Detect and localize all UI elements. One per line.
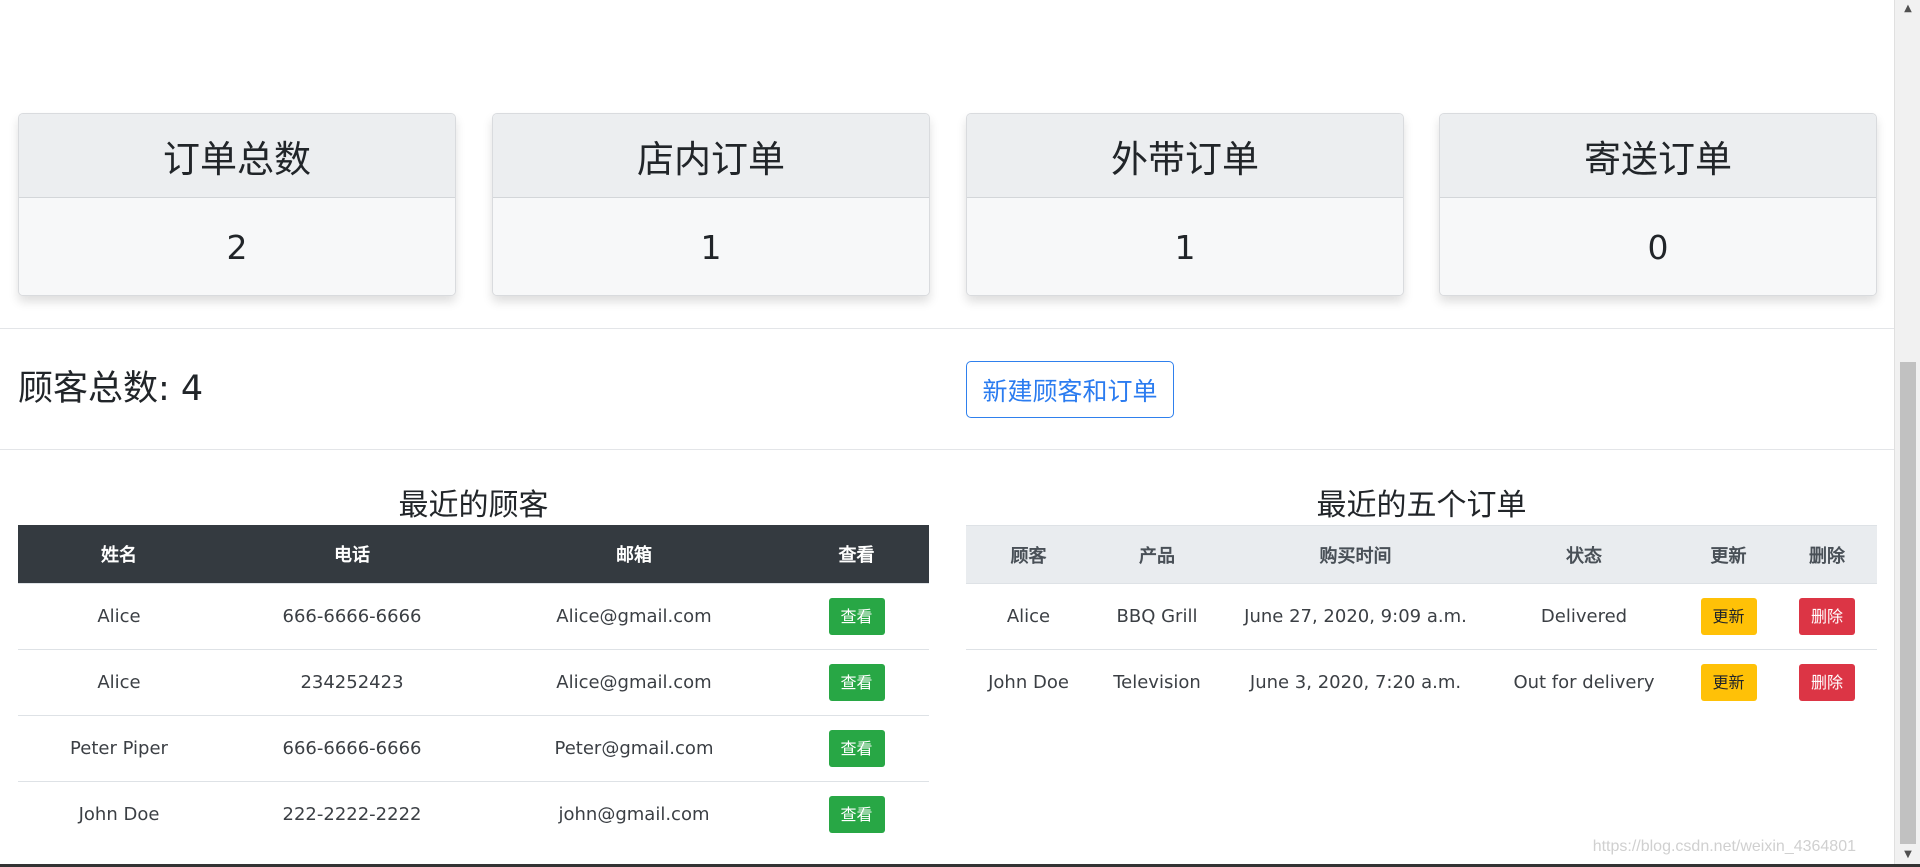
update-cell: 更新 bbox=[1680, 583, 1777, 650]
update-cell: 更新 bbox=[1680, 649, 1777, 716]
stat-card-total-orders: 订单总数 2 bbox=[18, 113, 456, 296]
column-header-delete: 删除 bbox=[1777, 525, 1877, 584]
table-row: Alice BBQ Grill June 27, 2020, 9:09 a.m.… bbox=[966, 583, 1877, 650]
customer-phone: 222-2222-2222 bbox=[220, 780, 484, 847]
order-product: Television bbox=[1091, 649, 1223, 716]
recent-orders-title: 最近的五个订单 bbox=[1316, 488, 1527, 523]
recent-customers-table: 姓名 电话 邮箱 查看 Alice 666-6666-6666 Alice@gm… bbox=[18, 525, 929, 847]
table-row: John Doe 222-2222-2222 john@gmail.com 查看 bbox=[18, 780, 929, 847]
stat-card-value: 1 bbox=[967, 198, 1403, 295]
stat-card-dine-in-orders: 店内订单 1 bbox=[492, 113, 930, 296]
scroll-down-arrow-icon[interactable]: ▼ bbox=[1895, 848, 1920, 862]
table-row: Peter Piper 666-6666-6666 Peter@gmail.co… bbox=[18, 714, 929, 781]
delete-button[interactable]: 删除 bbox=[1799, 664, 1855, 702]
view-cell: 查看 bbox=[784, 648, 929, 715]
stat-card-value: 0 bbox=[1440, 198, 1876, 295]
order-status: Delivered bbox=[1488, 583, 1680, 650]
table-row: Alice 666-6666-6666 Alice@gmail.com 查看 bbox=[18, 582, 929, 649]
stat-card-title: 寄送订单 bbox=[1440, 114, 1876, 198]
table-row: John Doe Television June 3, 2020, 7:20 a… bbox=[966, 649, 1877, 716]
table-header-row: 姓名 电话 邮箱 查看 bbox=[18, 525, 929, 583]
view-cell: 查看 bbox=[784, 780, 929, 847]
column-header-name: 姓名 bbox=[101, 544, 137, 566]
column-header-view: 查看 bbox=[838, 544, 875, 566]
vertical-scrollbar[interactable]: ▲ ▼ bbox=[1894, 0, 1920, 867]
order-product: BBQ Grill bbox=[1091, 583, 1223, 650]
order-customer: John Doe bbox=[966, 649, 1091, 716]
column-header-phone: 电话 bbox=[334, 544, 370, 566]
stat-card-delivery-orders: 寄送订单 0 bbox=[1439, 113, 1877, 296]
view-cell: 查看 bbox=[784, 714, 929, 781]
customer-name: Alice bbox=[18, 648, 220, 715]
column-header-email: 邮箱 bbox=[616, 544, 652, 566]
table-row: Alice 234252423 Alice@gmail.com 查看 bbox=[18, 648, 929, 715]
order-status: Out for delivery bbox=[1488, 649, 1680, 716]
customer-phone: 666-6666-6666 bbox=[220, 714, 484, 781]
update-button[interactable]: 更新 bbox=[1700, 598, 1757, 635]
column-header-customer: 顾客 bbox=[966, 525, 1091, 584]
customer-phone: 666-6666-6666 bbox=[220, 582, 484, 649]
watermark: https://blog.csdn.net/weixin_4364801 bbox=[1592, 838, 1856, 855]
delete-button[interactable]: 删除 bbox=[1799, 598, 1855, 635]
view-button[interactable]: 查看 bbox=[828, 663, 885, 701]
order-date: June 3, 2020, 7:20 a.m. bbox=[1223, 649, 1488, 716]
page: 订单总数 2 店内订单 1 外带订单 1 寄送订单 0 顾客总数: 4 新建顾客… bbox=[0, 0, 1894, 867]
customer-email: Alice@gmail.com bbox=[484, 648, 784, 715]
view-cell: 查看 bbox=[784, 582, 929, 649]
stat-card-value: 2 bbox=[19, 198, 455, 295]
column-header-product: 产品 bbox=[1091, 525, 1223, 584]
stat-card-title: 订单总数 bbox=[19, 114, 455, 198]
customer-email: Peter@gmail.com bbox=[484, 714, 784, 781]
customer-name: Alice bbox=[18, 582, 220, 649]
stat-card-title: 外带订单 bbox=[967, 114, 1403, 198]
new-customer-order-button[interactable]: 新建顾客和订单 bbox=[966, 361, 1174, 418]
update-button[interactable]: 更新 bbox=[1700, 664, 1757, 702]
column-header-update: 更新 bbox=[1680, 525, 1777, 584]
customer-phone: 234252423 bbox=[220, 648, 484, 715]
table-header-row: 顾客 产品 购买时间 状态 更新 删除 bbox=[966, 525, 1877, 584]
customer-email: john@gmail.com bbox=[484, 780, 784, 847]
order-date: June 27, 2020, 9:09 a.m. bbox=[1223, 583, 1488, 650]
column-header-status: 状态 bbox=[1488, 525, 1680, 584]
divider bbox=[0, 328, 1894, 329]
divider bbox=[0, 449, 1894, 450]
stat-card-takeout-orders: 外带订单 1 bbox=[966, 113, 1404, 296]
view-button[interactable]: 查看 bbox=[828, 729, 885, 767]
order-customer: Alice bbox=[966, 583, 1091, 650]
delete-cell: 删除 bbox=[1777, 649, 1877, 716]
customer-name: Peter Piper bbox=[18, 714, 220, 781]
customers-total: 顾客总数: 4 bbox=[18, 369, 204, 409]
scroll-up-arrow-icon[interactable]: ▲ bbox=[1895, 2, 1920, 16]
stat-card-value: 1 bbox=[493, 198, 929, 295]
delete-cell: 删除 bbox=[1777, 583, 1877, 650]
scrollbar-thumb[interactable] bbox=[1900, 362, 1916, 844]
customer-name: John Doe bbox=[18, 780, 220, 847]
customer-email: Alice@gmail.com bbox=[484, 582, 784, 649]
recent-customers-title: 最近的顾客 bbox=[398, 488, 549, 523]
recent-orders-table: 顾客 产品 购买时间 状态 更新 删除 Alice BBQ Grill June… bbox=[966, 525, 1877, 716]
view-button[interactable]: 查看 bbox=[828, 597, 885, 635]
stat-card-title: 店内订单 bbox=[493, 114, 929, 198]
view-button[interactable]: 查看 bbox=[828, 795, 885, 833]
column-header-purchase-time: 购买时间 bbox=[1223, 525, 1488, 584]
